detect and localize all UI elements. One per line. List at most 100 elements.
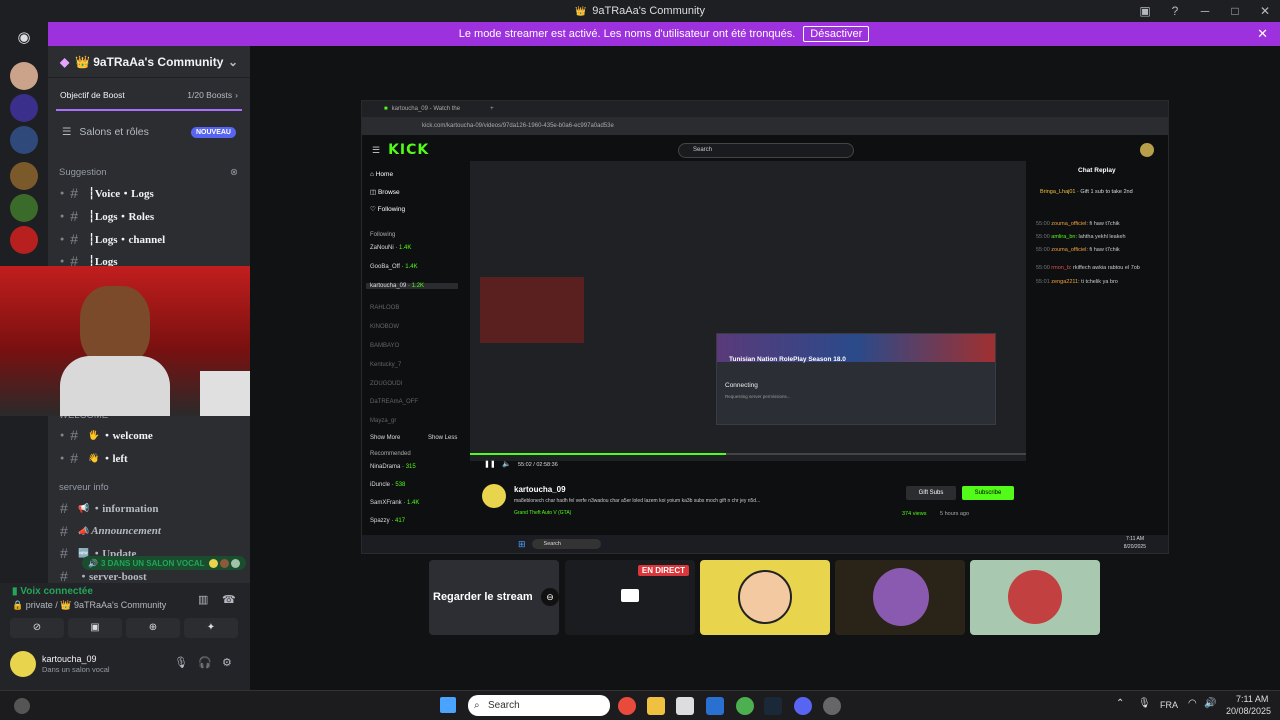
show-more-button[interactable]: Show More [370, 435, 400, 441]
camera-off-button[interactable]: ⊘ [10, 618, 64, 638]
kick-search-input[interactable]: Search [678, 143, 854, 158]
soundboard-button[interactable]: ✦ [184, 618, 238, 638]
discord-icon[interactable] [794, 697, 812, 715]
participant-tile-3[interactable] [970, 560, 1100, 635]
channel-logs-roles[interactable]: ● # ┆Logs・Roles [48, 208, 250, 224]
store-icon[interactable] [676, 697, 694, 715]
server-icon-5[interactable] [10, 194, 38, 222]
headphones-icon[interactable]: 🎧 [198, 656, 212, 669]
kick-nav-browse[interactable]: ◫ Browse [370, 188, 400, 196]
language-indicator[interactable]: FRA [1160, 700, 1178, 710]
channel-server-boost[interactable]: # ・server-boost [48, 568, 250, 584]
following-item-active[interactable]: kartoucha_09 · 1.2K [366, 283, 458, 289]
taskbar-date[interactable]: 20/08/2025 [1226, 706, 1271, 716]
wifi-icon[interactable]: ◠ [1188, 698, 1197, 709]
kick-logo[interactable]: KICK [388, 142, 429, 158]
start-icon[interactable] [440, 697, 456, 713]
kick-nav-following[interactable]: ♡ Following [370, 205, 405, 213]
minimize-icon[interactable]: ─ [1190, 4, 1220, 18]
voice-count-pill[interactable]: 🔊 3 DANS UN SALON VOCAL [82, 556, 246, 570]
category-info[interactable]: serveur info [48, 482, 250, 493]
subscribe-button[interactable]: Subscribe [962, 486, 1014, 500]
channel-logs-channel[interactable]: ● # ┆Logs・channel [48, 231, 250, 247]
tray-chevron-icon[interactable]: ⌃ [1116, 698, 1124, 709]
channel-information[interactable]: # 📢 ・information [48, 500, 250, 516]
share-screen-button[interactable]: ▣ [68, 618, 122, 638]
close-window-icon[interactable]: ✕ [1250, 4, 1280, 18]
app-icon[interactable] [823, 697, 841, 715]
speaker-tray-icon[interactable]: 🔊 [1204, 698, 1216, 709]
clear-category-icon[interactable]: ⊗ [230, 167, 238, 178]
maximize-icon[interactable]: □ [1220, 4, 1250, 18]
outlook-icon[interactable] [706, 697, 724, 715]
close-banner-icon[interactable]: ✕ [1257, 26, 1268, 42]
microphone-icon[interactable]: 🎙 [174, 656, 188, 669]
discord-home-icon[interactable]: ◉ [12, 28, 36, 48]
offline-item[interactable]: Mayza_gr [370, 418, 396, 424]
channel-voice-logs[interactable]: ● # ┆Voice・Logs [48, 185, 250, 201]
kick-avatar[interactable] [1140, 143, 1154, 157]
channel-announcement[interactable]: # 📣 Announcement [48, 523, 250, 539]
new-tab-icon[interactable]: + [490, 106, 494, 112]
gift-subs-button[interactable]: Gift Subs [906, 486, 956, 500]
watch-stream-tile[interactable]: Regarder le stream ⊖ [429, 560, 559, 635]
noise-icon[interactable]: ▥ [198, 593, 208, 606]
screen-share-stream[interactable]: ■ kartoucha_09 - Watch the + kick.com/ka… [361, 100, 1169, 554]
browser-tab-title[interactable]: kartoucha_09 - Watch the [392, 106, 460, 112]
boost-goal[interactable]: Objectif de Boost 1/20 Boosts › [48, 90, 250, 100]
server-icon-6[interactable] [10, 226, 38, 254]
live-stream-tile[interactable]: EN DIRECT [565, 560, 695, 635]
activity-button[interactable]: ⊕ [126, 618, 180, 638]
participant-tile-1[interactable] [700, 560, 830, 635]
video-player[interactable]: Tunisian Nation RolePlay Season 18.0 Con… [470, 161, 1026, 468]
category-suggestion[interactable]: Suggestion ⊗ [48, 167, 250, 178]
user-name[interactable]: kartoucha_09 [42, 654, 97, 664]
help-icon[interactable]: ? [1160, 4, 1190, 18]
following-item[interactable]: GooBa_Off · 1.4K [370, 264, 418, 270]
server-icon-4[interactable] [10, 162, 38, 190]
inbox-icon[interactable]: ▣ [1130, 4, 1160, 18]
offline-item[interactable]: ZOUGOUDI [370, 381, 402, 387]
following-item[interactable]: ZaNouNi · 1.4K [370, 245, 411, 251]
offline-item[interactable]: BAMBAYO [370, 343, 399, 349]
channels-roles-item[interactable]: ☰ Salons et rôles NOUVEAU [48, 126, 250, 138]
file-explorer-icon[interactable] [647, 697, 665, 715]
taskbar-search[interactable]: ⌕ Search [468, 695, 610, 716]
tray-mic-icon[interactable]: 🎙 [1138, 698, 1151, 709]
offline-item[interactable]: Kentucky_7 [370, 362, 401, 368]
chrome-active-icon[interactable] [736, 697, 754, 715]
server-icon-2[interactable] [10, 94, 38, 122]
stream-category[interactable]: Grand Theft Auto V (GTA) [514, 510, 571, 516]
chrome-icon[interactable] [618, 697, 636, 715]
channel-name[interactable]: kartoucha_09 [514, 485, 566, 494]
channel-avatar[interactable] [482, 484, 506, 508]
recommended-item[interactable]: iDuncle · 538 [370, 482, 405, 488]
widgets-icon[interactable] [14, 698, 30, 714]
channel-left[interactable]: ● # 👋 ・left [48, 450, 250, 466]
taskbar-time[interactable]: 7:11 AM [1236, 694, 1268, 704]
volume-icon[interactable]: 🔈 [502, 460, 511, 468]
server-icon-3[interactable] [10, 126, 38, 154]
watch-stream-label[interactable]: Regarder le stream [433, 591, 533, 603]
settings-gear-icon[interactable]: ⚙ [222, 656, 232, 669]
server-header[interactable]: ◆ 👑 9aTRaAa's Community ⌄ [48, 46, 250, 78]
server-icon-1[interactable] [10, 62, 38, 90]
offline-item[interactable]: RAHLOOB [370, 305, 399, 311]
offline-item[interactable]: DaTREAmA_OFF [370, 399, 418, 405]
video-progress-track[interactable] [470, 453, 1026, 455]
disconnect-icon[interactable]: ☎ [222, 593, 236, 606]
recommended-item[interactable]: SamXFrank · 1.4K [370, 500, 419, 506]
disable-streamer-mode-button[interactable]: Désactiver [803, 26, 870, 42]
offline-item[interactable]: KINOBOW [370, 324, 399, 330]
recommended-item[interactable]: NinaDrama · 315 [370, 464, 416, 470]
channel-welcome[interactable]: ● # 🖐 ・welcome [48, 427, 250, 443]
user-avatar[interactable] [10, 651, 36, 677]
kick-nav-home[interactable]: ⌂ Home [370, 171, 393, 178]
show-less-button[interactable]: Show Less [428, 435, 457, 441]
recommended-item[interactable]: Spazzy · 417 [370, 518, 405, 524]
kick-menu-icon[interactable]: ☰ [372, 145, 380, 156]
browser-address-bar[interactable]: kick.com/kartoucha-09/videos/97da126-196… [362, 117, 1168, 135]
participant-tile-2[interactable] [835, 560, 965, 635]
browser-url[interactable]: kick.com/kartoucha-09/videos/97da126-196… [422, 123, 614, 129]
steam-icon[interactable] [764, 697, 782, 715]
